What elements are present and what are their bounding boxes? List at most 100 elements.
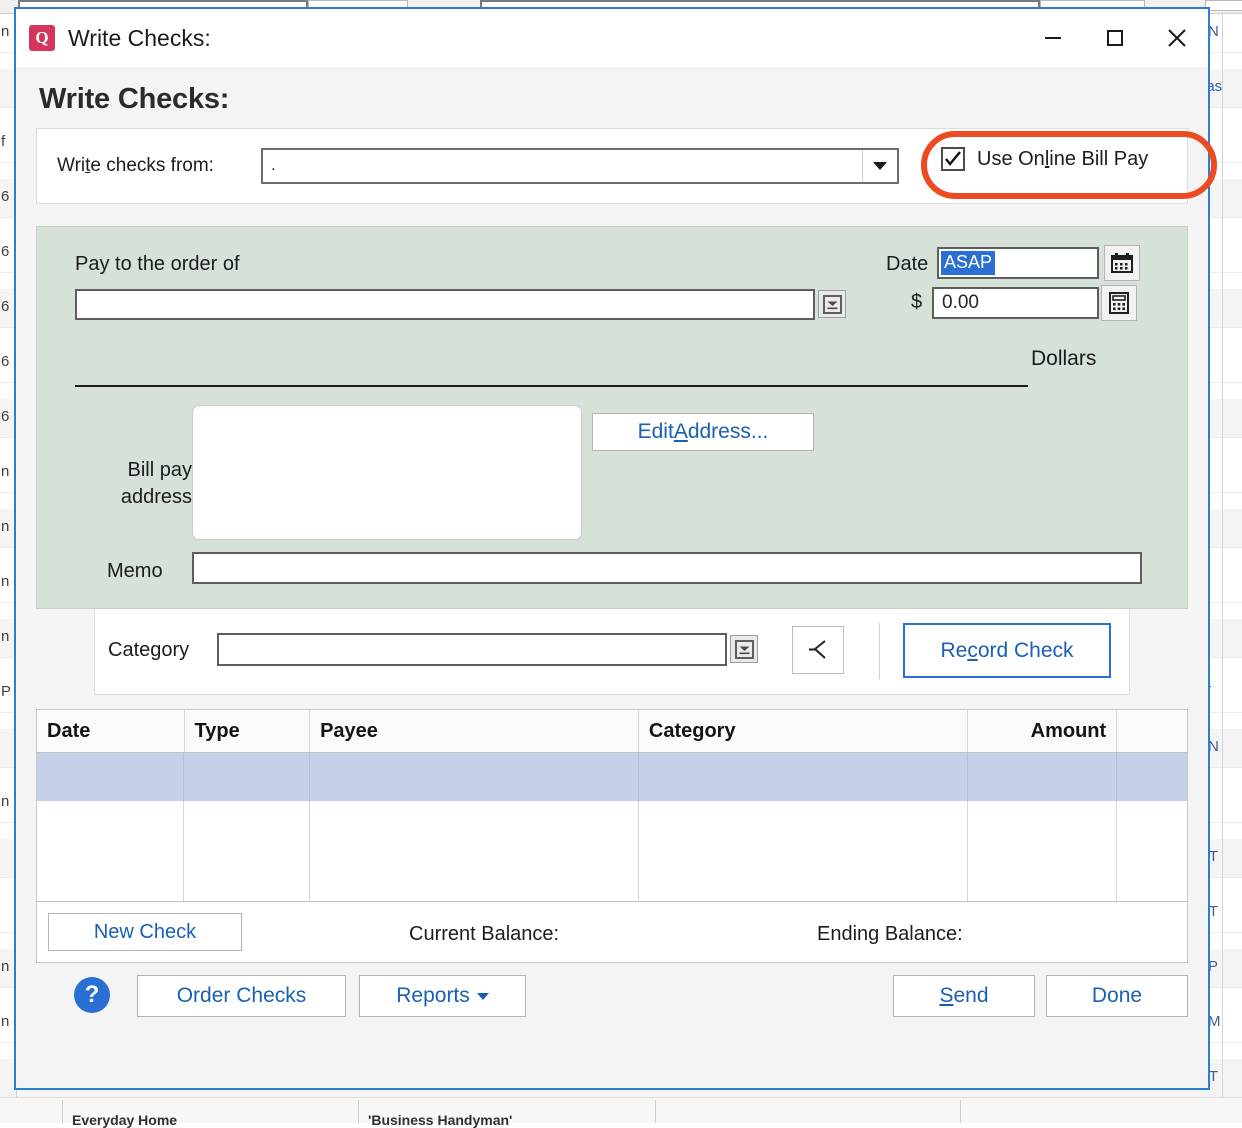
table-column-header[interactable]: Category	[639, 710, 968, 752]
table-column-header[interactable]: Date	[37, 710, 185, 752]
account-dropdown-button[interactable]	[862, 150, 897, 182]
table-column-header[interactable]: Amount	[968, 710, 1118, 752]
table-footer: New Check Current Balance: Ending Balanc…	[37, 901, 1187, 962]
background-cell: n	[1, 628, 10, 645]
background-cell: n	[1, 23, 10, 40]
bill-pay-address-label-line2: address	[120, 486, 192, 508]
close-icon	[1168, 29, 1186, 47]
background-cell: 6	[1, 408, 10, 425]
background-column-divider	[1222, 14, 1223, 1122]
quicken-logo-icon: Q	[29, 25, 55, 51]
account-select-value: .	[271, 155, 276, 174]
background-cell: f	[1, 133, 6, 150]
maximize-button[interactable]	[1084, 9, 1146, 67]
pay-to-order-label: Pay to the order of	[75, 253, 240, 275]
payee-input[interactable]	[75, 289, 815, 320]
category-panel: Category Re c ord Check	[94, 609, 1130, 695]
write-checks-dialog: Q Write Checks: Write Checks: Write chec…	[14, 7, 1217, 1090]
new-check-button[interactable]: New Check	[48, 913, 242, 951]
table-header-row: Date Type Payee Category Amount	[37, 710, 1187, 753]
table-body	[37, 753, 1187, 801]
calculator-button[interactable]	[1101, 285, 1137, 321]
record-check-button[interactable]: Re c ord Check	[903, 623, 1111, 678]
table-column-header[interactable]	[1117, 710, 1187, 752]
bill-pay-address-label: Bill pay address	[87, 457, 192, 511]
table-cell-amount[interactable]	[968, 753, 1118, 801]
calendar-button[interactable]	[1104, 245, 1140, 281]
done-button[interactable]: Done	[1046, 975, 1188, 1017]
table-column-header[interactable]: Type	[185, 710, 311, 752]
bill-pay-address-input[interactable]	[192, 405, 582, 540]
table-empty-area	[37, 801, 1187, 901]
amount-words-line	[75, 385, 1028, 387]
dialog-footer: ? Order Checks Reports Send Done	[36, 963, 1188, 1088]
background-cell: n	[1, 463, 10, 480]
amount-input-value: 0.00	[942, 292, 979, 313]
minimize-button[interactable]	[1022, 9, 1084, 67]
background-cell: n	[1, 958, 10, 975]
toolbar-divider	[879, 623, 880, 679]
account-select[interactable]: .	[261, 148, 899, 184]
dropdown-stepper-icon	[734, 639, 754, 659]
dropdown-stepper-icon	[822, 294, 842, 314]
date-input[interactable]: ASAP	[937, 247, 1099, 279]
date-input-value: ASAP	[941, 251, 996, 275]
send-button[interactable]: Send	[893, 975, 1035, 1017]
table-cell-payee[interactable]	[310, 753, 639, 801]
background-cell: n	[1, 573, 10, 590]
background-cell: n	[1, 793, 10, 810]
help-icon[interactable]: ?	[74, 977, 110, 1013]
ending-balance-label: Ending Balance:	[817, 923, 963, 945]
background-cell: n	[1, 518, 10, 535]
edit-address-button[interactable]: Edit Address...	[592, 413, 814, 451]
close-button[interactable]	[1146, 9, 1208, 67]
dialog-title: Write Checks:	[68, 24, 211, 51]
background-cell: Everyday Home	[72, 1112, 178, 1128]
maximize-icon	[1107, 30, 1123, 46]
payee-picker-button[interactable]	[818, 290, 846, 318]
background-cell: P	[1, 683, 12, 700]
table-cell-extra[interactable]	[1117, 753, 1187, 801]
checkbox-box[interactable]	[941, 147, 965, 171]
minimize-icon	[1045, 37, 1061, 39]
table-cell-category[interactable]	[639, 753, 968, 801]
check-face: Pay to the order of Date ASAP $ 0.00 Dol…	[36, 226, 1188, 609]
amount-input[interactable]: 0.00	[932, 287, 1099, 319]
category-picker-button[interactable]	[730, 635, 758, 663]
window-controls	[1022, 9, 1208, 67]
table-cell-type[interactable]	[184, 753, 311, 801]
calendar-icon	[1111, 253, 1133, 273]
checks-table: Date Type Payee Category Amount New Check Cu…	[36, 709, 1188, 963]
table-column-header[interactable]: Payee	[310, 710, 639, 752]
table-row[interactable]	[37, 753, 1187, 801]
memo-input[interactable]	[192, 552, 1142, 584]
background-cell: 'Business Handyman'	[368, 1112, 513, 1128]
use-online-bill-pay-checkbox[interactable]: Use Online Bill Pay	[941, 147, 1177, 171]
background-cell: n	[1, 1013, 10, 1030]
reports-button-label: Reports	[396, 984, 470, 1007]
chevron-down-icon	[476, 992, 489, 1000]
category-input[interactable]	[217, 633, 727, 666]
background-cell: 6	[1, 353, 10, 370]
table-cell-date[interactable]	[37, 753, 185, 801]
checkmark-icon	[945, 151, 961, 166]
current-balance-label: Current Balance:	[409, 923, 560, 945]
background-cell: 6	[1, 298, 10, 315]
page-title: Write Checks:	[39, 83, 230, 115]
category-label: Category	[108, 639, 190, 661]
currency-symbol: $	[911, 291, 923, 313]
dialog-body: Write Checks: Write checks from: . Use O…	[16, 67, 1217, 1088]
split-transaction-icon	[809, 640, 826, 659]
reports-button[interactable]: Reports	[359, 975, 526, 1017]
chevron-down-icon	[873, 162, 887, 170]
order-checks-button[interactable]: Order Checks	[137, 975, 346, 1017]
split-transaction-button[interactable]	[792, 626, 844, 674]
background-bottom-row: Everyday Home 'Business Handyman'	[0, 1097, 1242, 1128]
dialog-titlebar: Q Write Checks:	[16, 9, 1208, 67]
date-label: Date	[886, 253, 929, 275]
write-checks-from-label: Write checks from:	[57, 155, 214, 176]
bill-pay-address-label-line1: Bill pay	[127, 459, 192, 481]
use-online-bill-pay-label: Use Online Bill Pay	[977, 147, 1149, 170]
write-checks-from-panel: Write checks from: . Use Online Bill Pay	[36, 128, 1217, 204]
calculator-icon	[1109, 292, 1129, 314]
